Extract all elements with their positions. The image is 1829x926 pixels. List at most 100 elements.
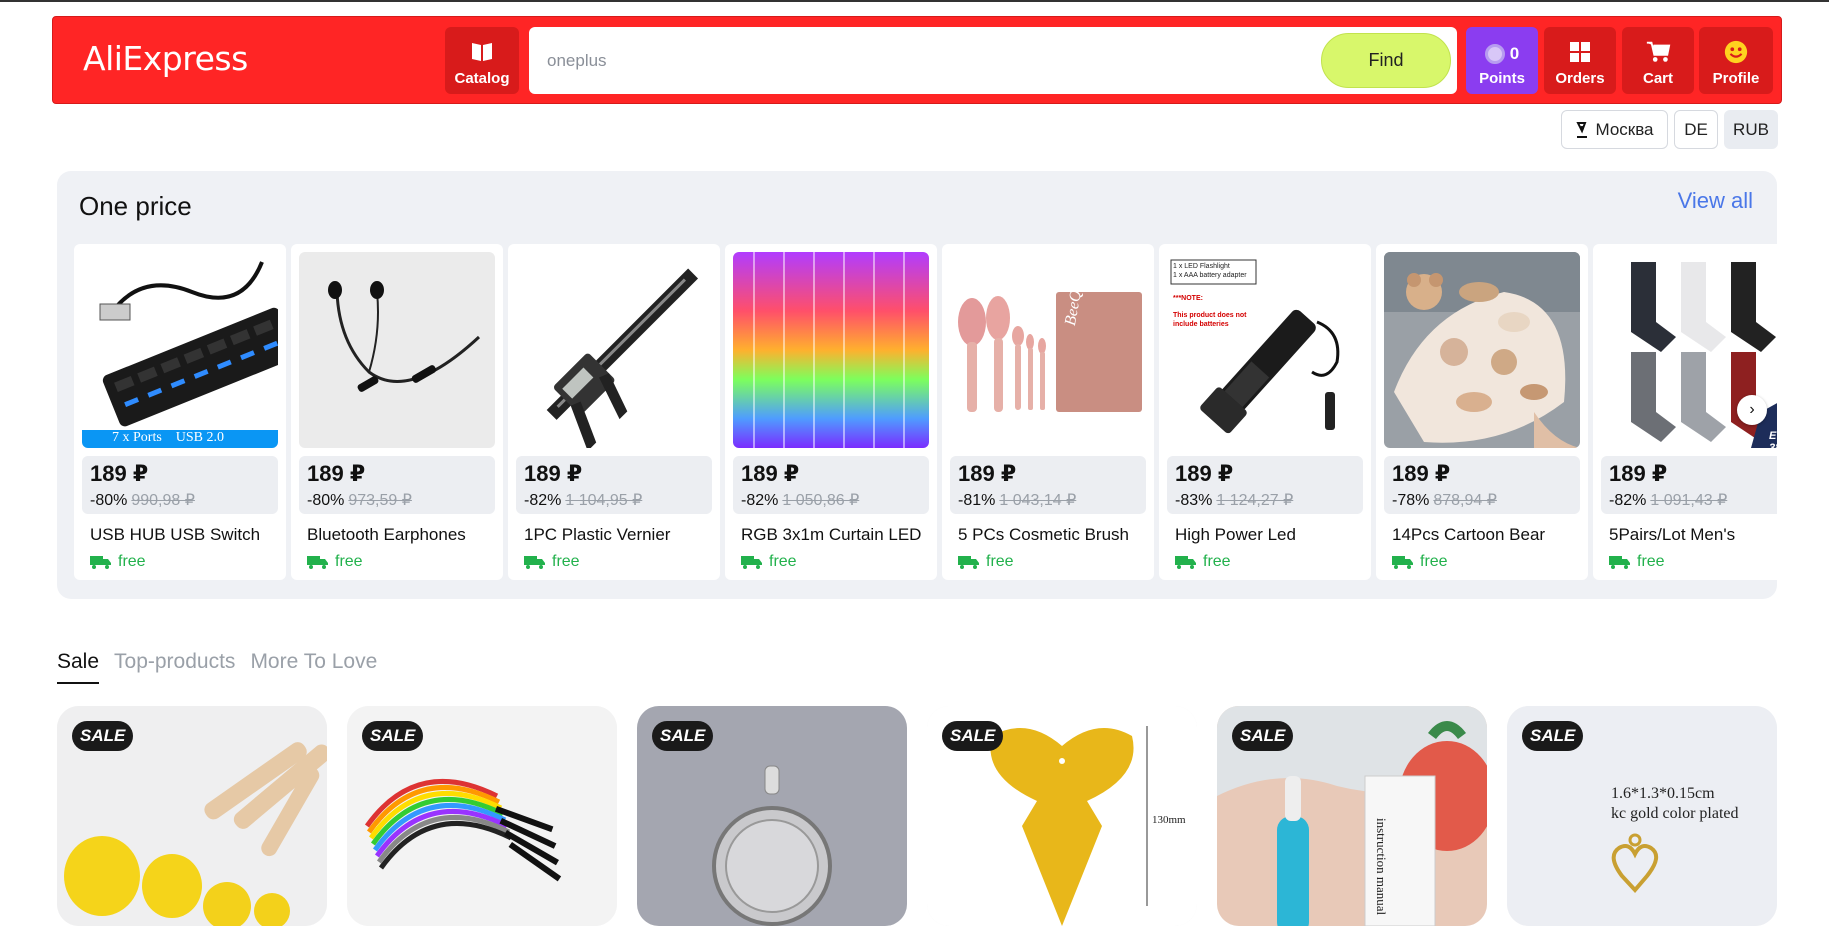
orders-button[interactable]: Orders [1544,27,1616,94]
truck-icon [1392,556,1413,569]
tab-sale[interactable]: Sale [57,650,100,684]
truck-icon [524,556,545,569]
shipping-info: free [307,553,363,571]
product-card[interactable]: 189 ₽ -80% 973,59 ₽ Bluetooth Earphones f… [291,244,503,580]
product-image-cosmetic-brush: BeeQup [950,252,1146,448]
shipping-info: free [1609,553,1665,571]
price-box: 189 ₽ -82% 1 050,86 ₽ [733,456,929,514]
old-price: 973,59 ₽ [348,492,412,509]
old-price: 1 091,43 ₽ [1650,492,1728,509]
shipping-info: free [524,553,580,571]
manual-label: instruction manual [1374,818,1389,916]
discount-row: -83% 1 124,27 ₽ [1175,490,1293,510]
discount-row: -80% 973,59 ₽ [307,490,412,510]
product-title[interactable]: 5 PCs Cosmetic Brush [958,525,1129,545]
product-title[interactable]: High Power Led [1175,525,1296,545]
charm-caption: 1.6*1.3*0.15cm kc gold color plated [1611,784,1739,824]
product-title[interactable]: USB HUB USB Switch [90,525,260,545]
coin-icon [1484,44,1505,64]
price: 189 ₽ [741,461,800,486]
discount: -81% [958,492,996,509]
sale-badge: SALE [942,721,1004,751]
product-card[interactable]: 189 ₽ -82% 1 050,86 ₽ RGB 3x1m Curtain LE… [725,244,937,580]
sale-card[interactable]: SALE 1.6*1.3*0.15cm kc gold color plated [1507,706,1777,926]
sale-card[interactable]: SALE 130mm [927,706,1197,926]
discount: -82% [1609,492,1647,509]
product-card[interactable]: 189 ₽ -78% 878,94 ₽ 14Pcs Cartoon Bear fr… [1376,244,1588,580]
points-label: Points [1479,70,1525,87]
price-box: 189 ₽ -83% 1 124,27 ₽ [1167,456,1363,514]
sale-badge: SALE [72,721,134,751]
price: 189 ₽ [1175,461,1234,486]
sale-badge: SALE [652,721,714,751]
aliexpress-logo[interactable]: AliExpress [83,39,248,78]
section-title: One price [79,191,192,221]
price-box: 189 ₽ -80% 973,59 ₽ [299,456,495,514]
old-price: 878,94 ₽ [1433,492,1497,509]
product-card[interactable]: 189 ₽ -82% 1 104,95 ₽ 1PC Plastic Vernier… [508,244,720,580]
language-selector[interactable]: DE [1674,110,1718,149]
old-price: 1 043,14 ₽ [999,492,1077,509]
profile-button[interactable]: Profile [1699,27,1773,94]
product-card[interactable]: 7 x Ports USB 2.0 189 ₽ -80% 990,98 ₽ USB… [74,244,286,580]
product-image-curtain-led [733,252,929,448]
discount: -80% [90,492,128,509]
sale-badge: SALE [1232,721,1294,751]
carousel-next-button[interactable]: › [1737,395,1767,425]
price: 189 ₽ [90,461,149,486]
truck-icon [958,556,979,569]
sale-card[interactable]: SALE instruction manual [1217,706,1487,926]
product-image-earphones [299,252,495,448]
view-all-link[interactable]: View all [1678,188,1753,214]
cart-button[interactable]: Cart [1622,27,1694,94]
price: 189 ₽ [524,461,583,486]
search-input[interactable] [547,47,1307,75]
truck-icon [90,556,111,569]
product-title[interactable]: Bluetooth Earphones [307,525,466,545]
discount: -78% [1392,492,1430,509]
catalog-label: Catalog [454,70,510,87]
shipping-label: free [335,553,363,570]
discount-row: -78% 878,94 ₽ [1392,490,1497,510]
orders-label: Orders [1555,70,1605,87]
product-title[interactable]: 1PC Plastic Vernier [524,525,670,545]
catalog-button[interactable]: Catalog [445,27,519,94]
product-title[interactable]: 5Pairs/Lot Men's [1609,525,1735,545]
shipping-info: free [90,553,146,571]
package-icon [1567,39,1593,65]
discount: -80% [307,492,345,509]
note-line: include batteries [1173,321,1229,328]
old-price: 990,98 ₽ [131,492,195,509]
note-line: 1 x AAA battery adapter [1173,272,1247,279]
product-card[interactable]: BeeQup 189 ₽ -81% 1 043,14 ₽ 5 PCs Cosmet… [942,244,1154,580]
sale-card[interactable]: SALE [57,706,327,926]
truck-icon [307,556,328,569]
chevron-right-icon: › [1749,401,1755,418]
product-card[interactable]: 1 x LED Flashlight 1 x AAA battery adapt… [1159,244,1371,580]
sale-card[interactable]: SALE [637,706,907,926]
product-image-cartoon-bear [1384,252,1580,448]
caption-line: kc gold color plated [1611,805,1739,822]
discount-row: -82% 1 091,43 ₽ [1609,490,1727,510]
city-label: Москва [1595,119,1654,139]
shipping-label: free [1637,553,1665,570]
price-box: 189 ₽ -78% 878,94 ₽ [1384,456,1580,514]
city-selector[interactable]: Москва [1561,110,1668,149]
find-button[interactable]: Find [1321,33,1451,88]
currency-selector[interactable]: RUB [1724,110,1778,149]
cart-label: Cart [1642,70,1673,87]
measure-label: 130mm [1152,814,1186,826]
price: 189 ₽ [1392,461,1451,486]
shipping-label: free [986,553,1014,570]
product-title[interactable]: 14Pcs Cartoon Bear [1392,525,1545,545]
product-title[interactable]: RGB 3x1m Curtain LED [741,525,921,545]
sale-card[interactable]: SALE [347,706,617,926]
cart-icon [1645,39,1671,65]
points-button[interactable]: 0 Points [1466,27,1538,94]
top-border [0,0,1829,2]
one-price-section: One price View all 7 x Ports USB 2.0 189… [57,171,1777,599]
shipping-info: free [1175,553,1231,571]
discount: -82% [524,492,562,509]
tab-top-products[interactable]: Top-products [114,650,235,684]
tab-more-to-love[interactable]: More To Love [250,650,377,684]
